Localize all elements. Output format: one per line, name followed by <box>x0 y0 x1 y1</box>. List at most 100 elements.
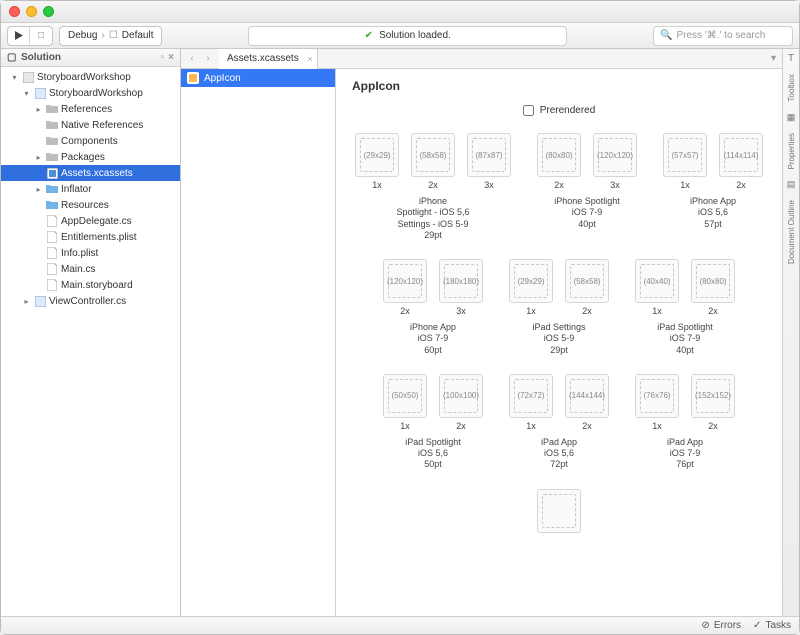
image-well[interactable]: (87x87) <box>467 133 511 177</box>
tab-overflow-icon[interactable]: ▾ <box>765 53 782 64</box>
image-well[interactable]: (58x58) <box>565 259 609 303</box>
image-well[interactable]: (100x100) <box>439 374 483 418</box>
image-well[interactable]: (72x72) <box>509 374 553 418</box>
image-well[interactable]: (114x114) <box>719 133 763 177</box>
icon-group: (57x57)1x(114x114)2xiPhone AppiOS 5,657p… <box>661 133 765 241</box>
tree-item[interactable]: Info.plist <box>1 245 180 261</box>
icon-slot[interactable]: (58x58)2x <box>409 133 457 190</box>
icon-slot[interactable]: (80x80)2x <box>535 133 583 190</box>
slot-scale: 3x <box>465 180 513 190</box>
image-well[interactable]: (57x57) <box>663 133 707 177</box>
tree-item-label: Entitlements.plist <box>61 232 137 243</box>
disclosure-icon[interactable]: ▸ <box>22 297 31 306</box>
disclosure-icon[interactable]: ▸ <box>34 105 43 114</box>
image-well[interactable]: (144x144) <box>565 374 609 418</box>
disclosure-icon[interactable]: ▾ <box>10 73 19 82</box>
outline-tab-icon[interactable]: ▤ <box>787 179 796 190</box>
tree-item[interactable]: ▸ViewController.cs <box>1 293 180 309</box>
tree-item[interactable]: Entitlements.plist <box>1 229 180 245</box>
icon-slot[interactable]: (40x40)1x <box>633 259 681 316</box>
errors-button[interactable]: ⊘ Errors <box>701 620 741 631</box>
image-well[interactable]: (50x50) <box>383 374 427 418</box>
icon-slot[interactable]: (120x120)2x <box>381 259 429 316</box>
icon-slot[interactable]: (180x180)3x <box>437 259 485 316</box>
close-tab-icon[interactable]: × <box>307 54 312 64</box>
window-minimize-icon[interactable] <box>26 6 37 17</box>
disclosure-icon[interactable]: ▸ <box>34 185 43 194</box>
tree-item[interactable]: AppDelegate.cs <box>1 213 180 229</box>
tree-item-label: Inflator <box>61 184 92 195</box>
prerendered-checkbox[interactable]: Prerendered <box>523 105 596 116</box>
tab-assets[interactable]: Assets.xcassets × <box>219 49 318 69</box>
toolbar: ☐ Debug › ☐ Default ✔ Solution loaded. 🔍… <box>1 23 799 49</box>
tree-item-label: StoryboardWorkshop <box>37 72 131 83</box>
nav-back-icon[interactable]: ‹ <box>185 53 199 64</box>
icon-slot[interactable]: (57x57)1x <box>661 133 709 190</box>
tree-item[interactable]: Components <box>1 133 180 149</box>
tree-item[interactable]: ▾ StoryboardWorkshop <box>1 69 180 85</box>
tasks-button[interactable]: ✓ Tasks <box>753 620 791 631</box>
disclosure-icon[interactable]: ▾ <box>22 89 31 98</box>
icon-slot[interactable]: (76x76)1x <box>633 374 681 431</box>
icon-slot[interactable]: (114x114)2x <box>717 133 765 190</box>
asset-catalog-list[interactable]: AppIcon <box>181 69 336 616</box>
run-button[interactable] <box>8 27 30 45</box>
configuration-dropdown[interactable]: ☐ <box>30 27 52 45</box>
tree-item[interactable]: Native References <box>1 117 180 133</box>
image-well[interactable]: (152x152) <box>691 374 735 418</box>
asset-editor[interactable]: AppIcon Prerendered (29x29)1x(58x58)2x(8… <box>336 69 782 616</box>
slot-dimensions: (76x76) <box>643 391 670 400</box>
icon-slot[interactable]: (80x80)2x <box>689 259 737 316</box>
image-well[interactable]: (29x29) <box>509 259 553 303</box>
icon-slot[interactable]: (144x144)2x <box>563 374 611 431</box>
window-close-icon[interactable] <box>9 6 20 17</box>
file-icon <box>46 215 58 227</box>
tree-item[interactable]: ▾StoryboardWorkshop <box>1 85 180 101</box>
tree-item[interactable]: ▸Packages <box>1 149 180 165</box>
icon-slot[interactable]: (72x72)1x <box>507 374 555 431</box>
file-icon <box>46 247 58 259</box>
disclosure-icon[interactable]: ▸ <box>34 153 43 162</box>
icon-slot[interactable]: (87x87) 3x <box>465 133 513 190</box>
properties-tab[interactable]: Properties <box>787 131 796 171</box>
image-well[interactable]: (40x40) <box>635 259 679 303</box>
tree-item[interactable]: Main.cs <box>1 261 180 277</box>
icon-slot[interactable]: (50x50)1x <box>381 374 429 431</box>
panel-close-icon[interactable]: × <box>168 52 174 63</box>
icon-slot[interactable] <box>535 489 583 536</box>
solution-tree[interactable]: ▾StoryboardWorkshop▾StoryboardWorkshop▸R… <box>1 67 180 616</box>
outline-tab[interactable]: Document Outline <box>787 198 796 266</box>
image-well[interactable]: (120x120) <box>593 133 637 177</box>
image-well[interactable]: (180x180) <box>439 259 483 303</box>
image-well[interactable]: (80x80) <box>691 259 735 303</box>
image-well[interactable] <box>537 489 581 533</box>
tree-item[interactable]: Assets.xcassets <box>1 165 180 181</box>
config-picker[interactable]: Debug › ☐ Default <box>59 26 162 46</box>
asset-item-appicon[interactable]: AppIcon <box>181 69 335 87</box>
tree-item[interactable]: Resources <box>1 197 180 213</box>
image-well[interactable]: (58x58) <box>411 133 455 177</box>
icon-slot[interactable]: (120x120)3x <box>591 133 639 190</box>
file-icon <box>46 231 58 243</box>
slot-dimensions: (144x144) <box>569 391 605 400</box>
nav-forward-icon[interactable]: › <box>201 53 215 64</box>
icon-slot[interactable]: (100x100)2x <box>437 374 485 431</box>
global-search[interactable]: 🔍 Press '⌘.' to search <box>653 26 793 46</box>
icon-slot[interactable]: (29x29)1x <box>353 133 401 190</box>
icon-slot[interactable]: (58x58)2x <box>563 259 611 316</box>
panel-menu-icon[interactable]: ▫ <box>161 52 165 63</box>
toolbox-tab-icon[interactable]: T <box>788 53 794 64</box>
properties-tab-icon[interactable]: ▦ <box>787 112 796 123</box>
tree-item[interactable]: ▸ Inflator <box>1 181 180 197</box>
icon-slot[interactable]: (152x152)2x <box>689 374 737 431</box>
image-well[interactable]: (120x120) <box>383 259 427 303</box>
tree-item[interactable]: ▸References <box>1 101 180 117</box>
image-well[interactable]: (29x29) <box>355 133 399 177</box>
icon-slot[interactable]: (29x29)1x <box>507 259 555 316</box>
slot-dimensions: (80x80) <box>699 277 726 286</box>
tree-item[interactable]: Main.storyboard <box>1 277 180 293</box>
window-zoom-icon[interactable] <box>43 6 54 17</box>
image-well[interactable]: (76x76) <box>635 374 679 418</box>
image-well[interactable]: (80x80) <box>537 133 581 177</box>
toolbox-tab[interactable]: Toolbox <box>787 72 796 104</box>
